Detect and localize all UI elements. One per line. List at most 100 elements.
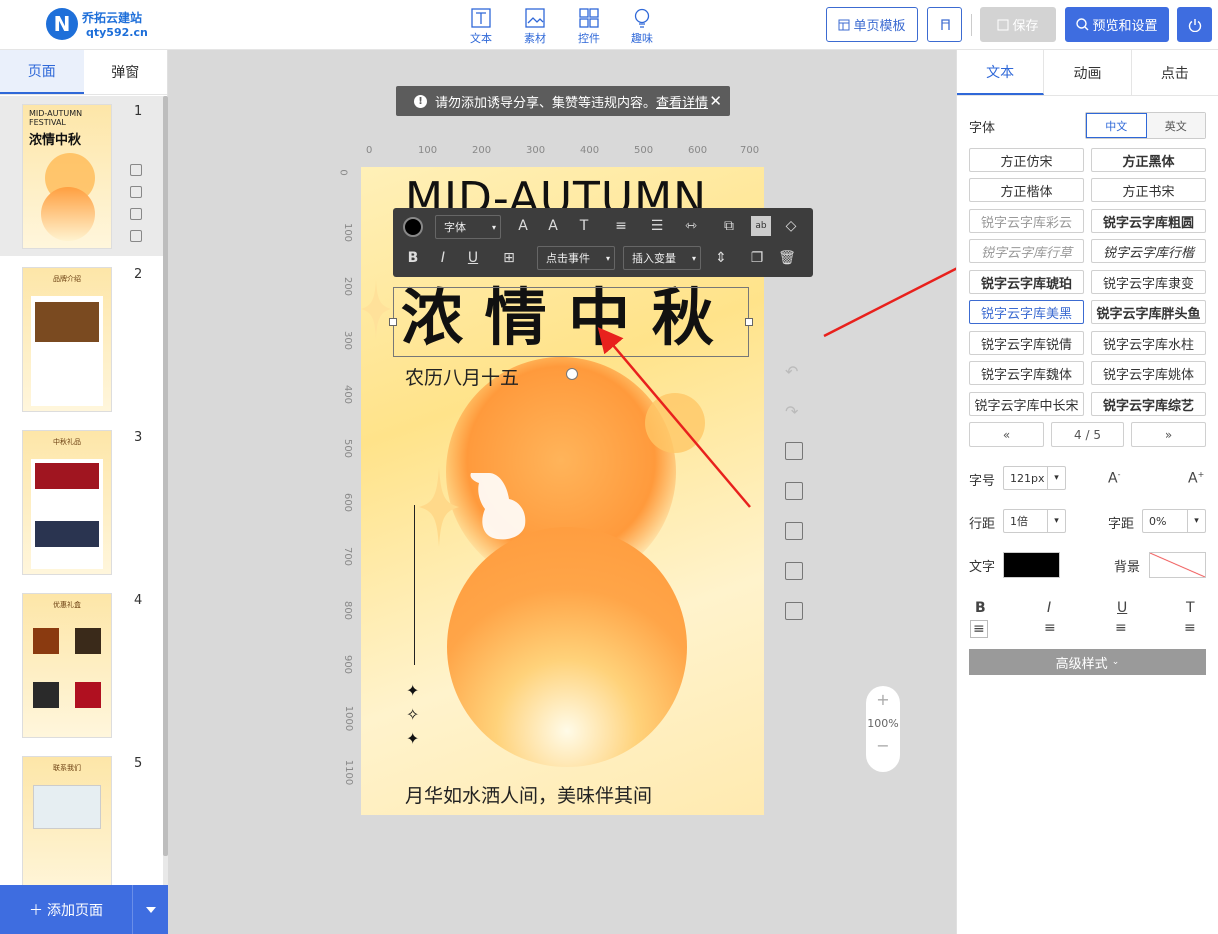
save-button[interactable]: 保存 [980, 7, 1056, 42]
lang-english[interactable]: 英文 [1146, 113, 1205, 138]
decrease-size-icon[interactable]: A- [1108, 470, 1120, 487]
bold-icon[interactable]: B [975, 600, 986, 616]
copy-icon[interactable]: ❐ [747, 248, 767, 268]
font-option[interactable]: 锐字云字库锐倩 [969, 331, 1084, 355]
page-thumbnail[interactable]: 中秋礼品 [22, 430, 112, 575]
font-size-up-icon[interactable]: A [513, 216, 533, 236]
underline-icon[interactable]: U [463, 248, 483, 268]
vertical-text-icon[interactable]: T [1186, 600, 1195, 616]
tab-text[interactable]: 文本 [957, 50, 1045, 95]
scrollbar-thumb[interactable] [163, 96, 168, 856]
font-prev-page[interactable]: « [969, 422, 1044, 447]
page-thumbnail[interactable]: 联系我们 [22, 756, 112, 886]
tool-text-button[interactable]: 文本 [461, 8, 501, 46]
advanced-style-button[interactable]: 高级样式 ⌄ [969, 649, 1206, 675]
vertical-align-icon[interactable]: ⇕ [711, 248, 731, 268]
copy-page-icon[interactable] [130, 208, 142, 220]
add-page-icon[interactable] [130, 164, 142, 176]
notice-link[interactable]: 查看详情 [656, 96, 708, 111]
delete-page-icon[interactable] [130, 230, 142, 242]
logo[interactable]: N 乔拓云建站 qty592.cn [46, 8, 176, 42]
text-direction-icon[interactable]: T [574, 216, 594, 236]
page-item-3[interactable]: 中秋礼品 3 [0, 422, 166, 582]
page-item-2[interactable]: 品牌介绍 2 [0, 259, 166, 419]
music-button[interactable] [927, 7, 962, 42]
export-icon[interactable] [785, 602, 803, 620]
underline-icon[interactable]: U [1117, 600, 1127, 616]
font-size-down-icon[interactable]: A [543, 216, 563, 236]
tool-material-button[interactable]: 素材 [515, 8, 555, 46]
list-icon[interactable]: ☰ [647, 216, 667, 236]
font-next-page[interactable]: » [1131, 422, 1206, 447]
align-icon[interactable]: ≡ [611, 216, 631, 236]
font-option[interactable]: 锐字云字库行楷 [1091, 239, 1206, 263]
font-option[interactable]: 锐字云字库彩云 [969, 209, 1084, 233]
text-bg-icon[interactable]: ab [751, 216, 771, 236]
page-list-scrollbar[interactable] [163, 96, 168, 886]
font-option[interactable]: 方正仿宋 [969, 148, 1084, 172]
font-option[interactable]: 方正楷体 [969, 178, 1084, 202]
preview-settings-button[interactable]: 预览和设置 [1065, 7, 1169, 42]
page-item-5[interactable]: 联系我们 5 [0, 748, 166, 886]
align-center-icon[interactable]: ≡ [1044, 620, 1056, 636]
font-option[interactable]: 锐字云字库胖头鱼 [1091, 300, 1206, 324]
font-option[interactable]: 方正黑体 [1091, 148, 1206, 172]
italic-icon[interactable]: I [1047, 600, 1051, 616]
font-option[interactable]: 锐字云字库综艺 [1091, 392, 1206, 416]
page-thumbnail[interactable]: 品牌介绍 [22, 267, 112, 412]
bold-icon[interactable]: B [403, 248, 423, 268]
click-event-select[interactable]: 点击事件 ▾ [537, 246, 615, 270]
font-option[interactable]: 锐字云字库粗圆 [1091, 209, 1206, 233]
grid-icon[interactable] [785, 522, 803, 540]
undo-icon[interactable]: ↶ [785, 362, 803, 381]
tool-fun-button[interactable]: 趣味 [622, 8, 662, 46]
zoom-out-button[interactable]: − [866, 736, 900, 755]
page-item-4[interactable]: 优惠礼盒 4 [0, 585, 166, 745]
font-option[interactable]: 锐字云字库中长宋 [969, 392, 1084, 416]
layers-icon[interactable] [785, 482, 803, 500]
insert-variable-select[interactable]: 插入变量 ▾ [623, 246, 701, 270]
layer-icon[interactable]: ⧉ [719, 216, 739, 236]
redo-icon[interactable]: ↷ [785, 402, 803, 421]
single-template-button[interactable]: 单页模板 [826, 7, 918, 42]
delete-icon[interactable]: 🗑 [777, 248, 797, 268]
font-select[interactable]: 字体 ▾ [435, 215, 501, 239]
resize-handle[interactable] [745, 318, 753, 326]
resize-handle[interactable] [389, 318, 397, 326]
tool-widgets-button[interactable]: 控件 [569, 8, 609, 46]
font-option[interactable]: 锐字云字库姚体 [1091, 361, 1206, 385]
text-color-swatch[interactable] [1003, 552, 1060, 578]
lang-chinese[interactable]: 中文 [1086, 113, 1147, 138]
page-thumbnail[interactable]: MID-AUTUMN FESTIVAL 浓情中秋 [22, 104, 112, 249]
line-height-select[interactable]: 1倍 ▾ [1003, 509, 1066, 533]
font-option[interactable]: 锐字云字库行草 [969, 239, 1084, 263]
close-icon[interactable]: ✕ [709, 92, 722, 110]
text-color-picker[interactable] [403, 217, 423, 237]
settings-page-icon[interactable] [130, 186, 142, 198]
increase-size-icon[interactable]: A+ [1188, 470, 1204, 487]
selection-box[interactable] [389, 287, 753, 380]
add-page-dropdown[interactable] [132, 885, 168, 934]
tab-popups[interactable]: 弹窗 [84, 50, 168, 94]
font-option[interactable]: 锐字云字库魏体 [969, 361, 1084, 385]
subtitle-text[interactable]: 农历八月十五 [405, 363, 519, 390]
zoom-in-button[interactable]: + [866, 690, 900, 709]
power-button[interactable] [1177, 7, 1212, 42]
italic-icon[interactable]: I [433, 248, 453, 268]
tab-pages[interactable]: 页面 [0, 50, 84, 94]
page-thumbnail[interactable]: 优惠礼盒 [22, 593, 112, 738]
page-item-1[interactable]: MID-AUTUMN FESTIVAL 浓情中秋 1 [0, 96, 166, 256]
font-option[interactable]: 锐字云字库琥珀 [969, 270, 1084, 294]
tab-animation[interactable]: 动画 [1044, 50, 1132, 95]
footer-text[interactable]: 月华如水洒人间，美味伴其间 [405, 781, 652, 808]
background-color-swatch[interactable] [1149, 552, 1206, 578]
font-size-select[interactable]: 121px ▾ [1003, 466, 1066, 490]
align-left-icon[interactable]: ≡ [970, 620, 988, 638]
font-option-selected[interactable]: 锐字云字库美黑 [969, 300, 1084, 324]
border-icon[interactable]: ⊞ [499, 248, 519, 268]
rotate-handle[interactable] [566, 368, 578, 380]
eraser-icon[interactable]: ◇ [781, 216, 801, 236]
add-page-button[interactable]: ＋添加页面 [0, 885, 132, 934]
tab-click[interactable]: 点击 [1132, 50, 1218, 95]
spacing-icon[interactable]: ⇿ [681, 216, 701, 236]
